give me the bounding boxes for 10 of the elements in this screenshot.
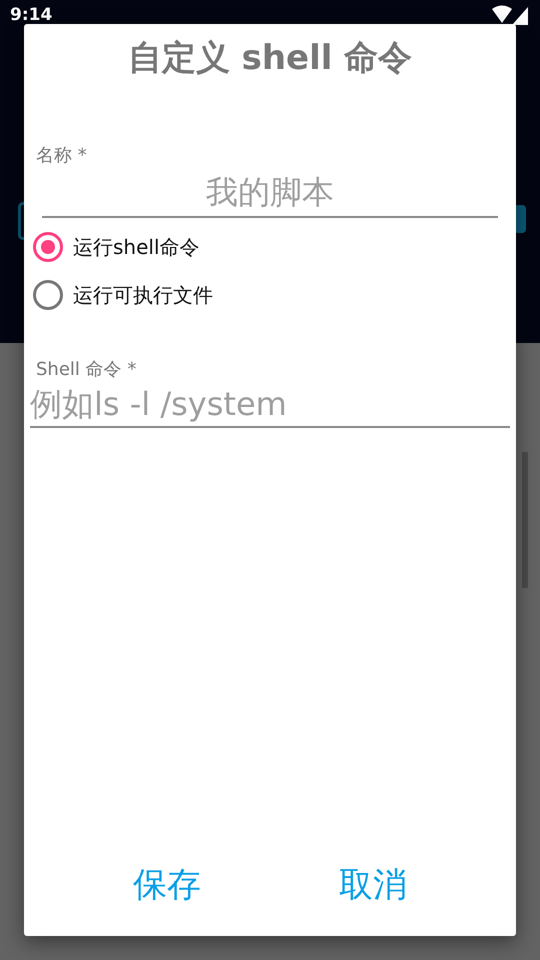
radio-icon[interactable]	[33, 232, 63, 262]
field-label: 名称 *	[36, 144, 88, 168]
dialog-title: 自定义 shell 命令	[126, 37, 414, 80]
status-time: 9:14	[10, 5, 52, 25]
name-field[interactable]: 我的脚本	[42, 168, 498, 218]
command-field[interactable]: 例如ls -l /system	[30, 382, 510, 428]
radio-option[interactable]: 运行可执行文件	[33, 280, 516, 310]
radio-icon[interactable]	[33, 280, 63, 310]
field-label: Shell 命令 *	[36, 358, 138, 382]
radio-option[interactable]: 运行shell命令	[33, 232, 516, 262]
